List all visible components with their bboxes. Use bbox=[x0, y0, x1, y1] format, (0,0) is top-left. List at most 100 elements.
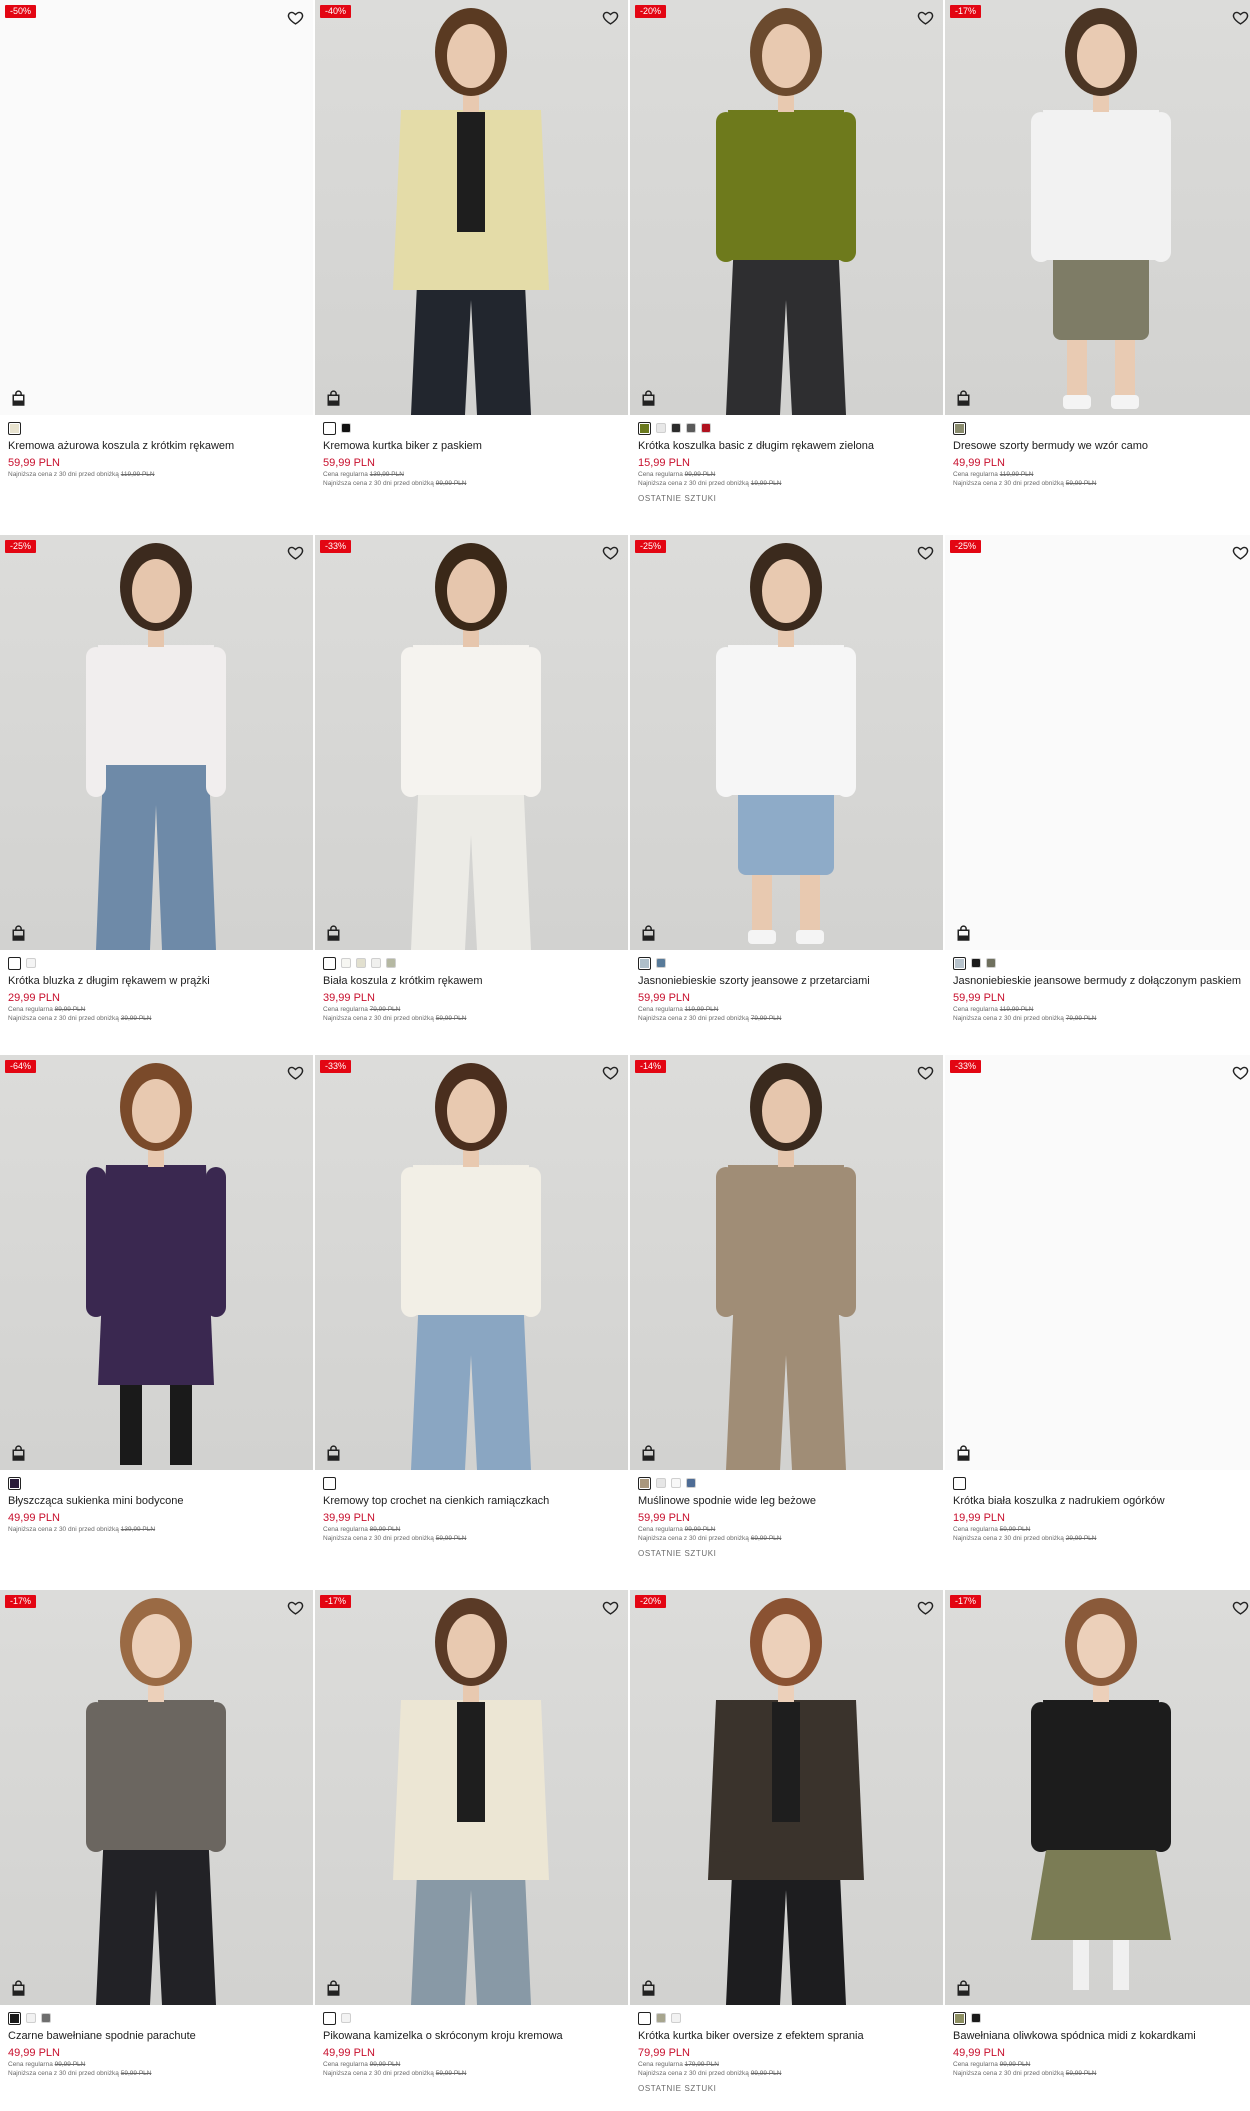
product-image[interactable]: -17% bbox=[0, 1590, 313, 2005]
color-swatch[interactable] bbox=[656, 423, 666, 433]
product-image[interactable]: -17% bbox=[945, 1590, 1250, 2005]
color-swatch[interactable] bbox=[671, 423, 681, 433]
color-swatch[interactable] bbox=[371, 958, 381, 968]
product-image[interactable]: -40% bbox=[315, 0, 628, 415]
shopping-bag-icon[interactable] bbox=[956, 925, 971, 941]
heart-icon[interactable] bbox=[1232, 544, 1249, 561]
color-swatch[interactable] bbox=[26, 2013, 36, 2023]
heart-icon[interactable] bbox=[287, 1064, 304, 1081]
color-swatch[interactable] bbox=[323, 1476, 336, 1490]
product-image[interactable]: -14% bbox=[630, 1055, 943, 1470]
heart-icon[interactable] bbox=[287, 1599, 304, 1616]
shopping-bag-icon[interactable] bbox=[11, 1980, 26, 1996]
color-swatch[interactable] bbox=[686, 423, 696, 433]
shopping-bag-icon[interactable] bbox=[11, 390, 26, 406]
heart-icon[interactable] bbox=[917, 1599, 934, 1616]
product-name[interactable]: Błyszcząca sukienka mini bodycone bbox=[8, 1494, 313, 1508]
color-swatch[interactable] bbox=[386, 958, 396, 968]
color-swatch[interactable] bbox=[953, 421, 966, 435]
shopping-bag-icon[interactable] bbox=[326, 390, 341, 406]
color-swatch[interactable] bbox=[638, 421, 651, 435]
color-swatch[interactable] bbox=[638, 1476, 651, 1490]
color-swatch[interactable] bbox=[8, 1476, 21, 1490]
product-name[interactable]: Kremowa ażurowa koszula z krótkim rękawe… bbox=[8, 439, 313, 453]
shopping-bag-icon[interactable] bbox=[641, 390, 656, 406]
color-swatch[interactable] bbox=[341, 2013, 351, 2023]
heart-icon[interactable] bbox=[1232, 1599, 1249, 1616]
product-image[interactable]: -25% bbox=[630, 535, 943, 950]
product-name[interactable]: Jasnoniebieskie szorty jeansowe z przeta… bbox=[638, 974, 943, 988]
color-swatch[interactable] bbox=[26, 958, 36, 968]
product-image[interactable]: -50% bbox=[0, 0, 313, 415]
product-image[interactable]: -64% bbox=[0, 1055, 313, 1470]
product-name[interactable]: Bawełniana oliwkowa spódnica midi z koka… bbox=[953, 2029, 1250, 2043]
shopping-bag-icon[interactable] bbox=[956, 1445, 971, 1461]
heart-icon[interactable] bbox=[602, 9, 619, 26]
color-swatch[interactable] bbox=[701, 423, 711, 433]
product-image[interactable]: -20% bbox=[630, 0, 943, 415]
shopping-bag-icon[interactable] bbox=[326, 925, 341, 941]
color-swatch[interactable] bbox=[341, 423, 351, 433]
heart-icon[interactable] bbox=[602, 1599, 619, 1616]
color-swatch[interactable] bbox=[638, 956, 651, 970]
shopping-bag-icon[interactable] bbox=[11, 925, 26, 941]
heart-icon[interactable] bbox=[917, 9, 934, 26]
product-name[interactable]: Muślinowe spodnie wide leg beżowe bbox=[638, 1494, 943, 1508]
color-swatch[interactable] bbox=[971, 958, 981, 968]
product-name[interactable]: Pikowana kamizelka o skróconym kroju kre… bbox=[323, 2029, 628, 2043]
heart-icon[interactable] bbox=[1232, 9, 1249, 26]
heart-icon[interactable] bbox=[1232, 1064, 1249, 1081]
product-name[interactable]: Czarne bawełniane spodnie parachute bbox=[8, 2029, 313, 2043]
product-name[interactable]: Krótka bluzka z długim rękawem w prążki bbox=[8, 974, 313, 988]
product-name[interactable]: Biała koszula z krótkim rękawem bbox=[323, 974, 628, 988]
product-image[interactable]: -33% bbox=[315, 535, 628, 950]
color-swatch[interactable] bbox=[323, 421, 336, 435]
product-name[interactable]: Krótka kurtka biker oversize z efektem s… bbox=[638, 2029, 943, 2043]
product-name[interactable]: Krótka koszulka basic z długim rękawem z… bbox=[638, 439, 943, 453]
color-swatch[interactable] bbox=[671, 1478, 681, 1488]
color-swatch[interactable] bbox=[638, 2011, 651, 2025]
color-swatch[interactable] bbox=[323, 2011, 336, 2025]
color-swatch[interactable] bbox=[671, 2013, 681, 2023]
shopping-bag-icon[interactable] bbox=[956, 1980, 971, 1996]
color-swatch[interactable] bbox=[356, 958, 366, 968]
heart-icon[interactable] bbox=[287, 9, 304, 26]
shopping-bag-icon[interactable] bbox=[641, 925, 656, 941]
color-swatch[interactable] bbox=[656, 1478, 666, 1488]
shopping-bag-icon[interactable] bbox=[641, 1980, 656, 1996]
product-name[interactable]: Jasnoniebieskie jeansowe bermudy z dołąc… bbox=[953, 974, 1250, 988]
shopping-bag-icon[interactable] bbox=[641, 1445, 656, 1461]
product-image[interactable]: -33% bbox=[945, 1055, 1250, 1470]
heart-icon[interactable] bbox=[287, 544, 304, 561]
color-swatch[interactable] bbox=[323, 956, 336, 970]
color-swatch[interactable] bbox=[656, 2013, 666, 2023]
shopping-bag-icon[interactable] bbox=[326, 1980, 341, 1996]
product-name[interactable]: Dresowe szorty bermudy we wzór camo bbox=[953, 439, 1250, 453]
color-swatch[interactable] bbox=[953, 956, 966, 970]
color-swatch[interactable] bbox=[341, 958, 351, 968]
product-image[interactable]: -25% bbox=[945, 535, 1250, 950]
color-swatch[interactable] bbox=[41, 2013, 51, 2023]
heart-icon[interactable] bbox=[602, 1064, 619, 1081]
heart-icon[interactable] bbox=[917, 544, 934, 561]
heart-icon[interactable] bbox=[917, 1064, 934, 1081]
product-image[interactable]: -20% bbox=[630, 1590, 943, 2005]
heart-icon[interactable] bbox=[602, 544, 619, 561]
color-swatch[interactable] bbox=[953, 2011, 966, 2025]
color-swatch[interactable] bbox=[953, 1476, 966, 1490]
shopping-bag-icon[interactable] bbox=[11, 1445, 26, 1461]
product-name[interactable]: Kremowa kurtka biker z paskiem bbox=[323, 439, 628, 453]
product-image[interactable]: -33% bbox=[315, 1055, 628, 1470]
product-name[interactable]: Kremowy top crochet na cienkich ramiączk… bbox=[323, 1494, 628, 1508]
product-name[interactable]: Krótka biała koszulka z nadrukiem ogórkó… bbox=[953, 1494, 1250, 1508]
color-swatch[interactable] bbox=[8, 421, 21, 435]
color-swatch[interactable] bbox=[656, 958, 666, 968]
color-swatch[interactable] bbox=[986, 958, 996, 968]
color-swatch[interactable] bbox=[971, 2013, 981, 2023]
color-swatch[interactable] bbox=[686, 1478, 696, 1488]
color-swatch[interactable] bbox=[8, 2011, 21, 2025]
product-image[interactable]: -17% bbox=[315, 1590, 628, 2005]
product-image[interactable]: -25% bbox=[0, 535, 313, 950]
shopping-bag-icon[interactable] bbox=[326, 1445, 341, 1461]
product-image[interactable]: -17% bbox=[945, 0, 1250, 415]
